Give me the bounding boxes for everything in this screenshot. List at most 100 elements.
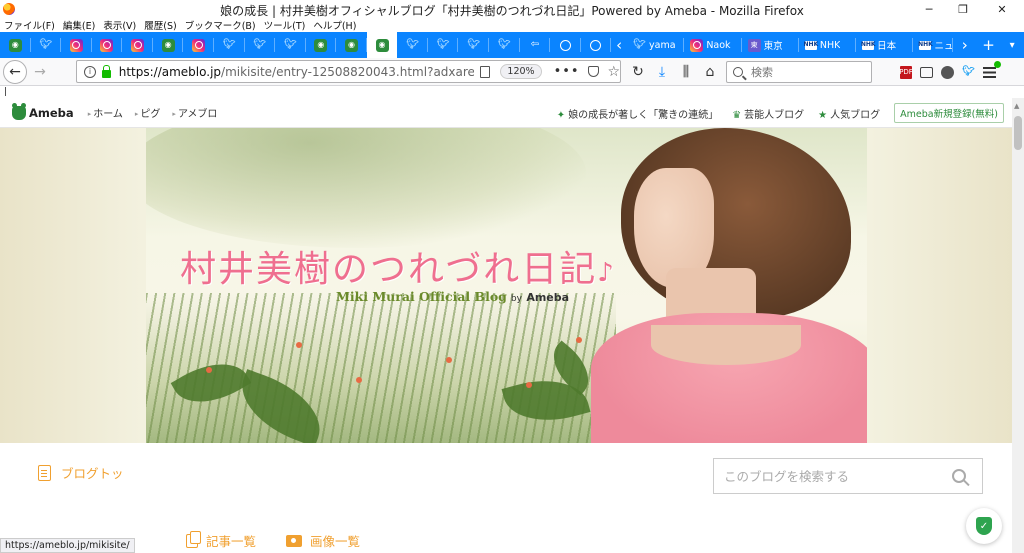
- tab[interactable]: 🐦︎: [31, 32, 62, 58]
- camera-icon: [286, 534, 303, 547]
- tab[interactable]: [550, 32, 581, 58]
- tab[interactable]: NHK NHK: [799, 32, 857, 58]
- reader-view-icon[interactable]: [479, 65, 491, 78]
- tab[interactable]: ⇦: [520, 32, 551, 58]
- search-icon[interactable]: [952, 469, 966, 483]
- minimize-button[interactable]: ─: [912, 0, 946, 18]
- images-list-link[interactable]: 画像一覧: [286, 531, 360, 550]
- instagram-icon: [192, 38, 206, 52]
- star-icon: ★: [818, 109, 828, 121]
- library-icon[interactable]: ⫼: [674, 59, 698, 85]
- maximize-button[interactable]: ❐: [946, 0, 980, 18]
- tab[interactable]: [183, 32, 214, 58]
- tab[interactable]: 東東京: [742, 32, 800, 58]
- tab[interactable]: 🐦︎: [458, 32, 489, 58]
- sidebar-icon[interactable]: [920, 66, 933, 78]
- tab[interactable]: [92, 32, 123, 58]
- blog-search-input[interactable]: [724, 468, 944, 484]
- menu-view[interactable]: 表示(V): [103, 18, 136, 32]
- text-cursor-icon: [5, 87, 6, 96]
- tab-scroll-right-button[interactable]: ›: [953, 32, 977, 58]
- tab[interactable]: ◉: [0, 32, 31, 58]
- header-link-ameblo[interactable]: アメブロ: [172, 105, 218, 120]
- header-link-home[interactable]: ホーム: [88, 105, 123, 120]
- menu-edit[interactable]: 編集(E): [63, 18, 95, 32]
- menu-history[interactable]: 履歴(S): [144, 18, 176, 32]
- tab-active[interactable]: ◉: [366, 32, 398, 58]
- tab[interactable]: 🐦︎: [245, 32, 276, 58]
- copy-icon: [186, 530, 201, 548]
- entries-list-link[interactable]: 記事一覧: [186, 530, 256, 550]
- celeb-blog-link[interactable]: ♛ 芸能人ブログ: [732, 106, 804, 121]
- tab[interactable]: 🐦︎: [489, 32, 520, 58]
- tab[interactable]: NHK 日本: [856, 32, 914, 58]
- home-icon[interactable]: ⌂: [698, 59, 722, 85]
- tab[interactable]: NHK ニュ: [913, 32, 953, 58]
- page-actions-icon[interactable]: •••: [554, 64, 580, 79]
- menu-hamburger-icon[interactable]: [983, 60, 1001, 78]
- instagram-icon: [690, 38, 704, 52]
- menu-bookmarks[interactable]: ブックマーク(B): [185, 18, 256, 32]
- tab[interactable]: 🐦︎: [428, 32, 459, 58]
- bookmark-star-icon[interactable]: ☆: [607, 64, 620, 80]
- pocket-icon[interactable]: [587, 66, 600, 77]
- ameba-icon: ◉: [375, 38, 389, 52]
- globe-icon: [559, 39, 571, 51]
- ameba-icon: ◉: [161, 38, 175, 52]
- blog-search-box[interactable]: [713, 458, 983, 494]
- tab[interactable]: 🐦︎: [214, 32, 245, 58]
- download-icon[interactable]: ⤓: [650, 59, 674, 85]
- lock-icon: [101, 64, 111, 78]
- account-icon[interactable]: [941, 65, 954, 79]
- reload-icon[interactable]: ↻: [626, 59, 650, 85]
- back-button[interactable]: ←: [3, 59, 27, 84]
- tab-scroll-left-button[interactable]: ‹: [611, 32, 627, 58]
- new-tab-button[interactable]: +: [977, 32, 1001, 58]
- page-scrollbar[interactable]: ▲: [1012, 98, 1024, 553]
- close-button[interactable]: ✕: [980, 0, 1024, 18]
- tab[interactable]: ◉: [153, 32, 184, 58]
- popular-blog-link[interactable]: ★ 人気ブログ: [818, 106, 880, 121]
- menu-file[interactable]: ファイル(F): [4, 18, 55, 32]
- menu-bar: ファイル(F) 編集(E) 表示(V) 履歴(S) ブックマーク(B) ツール(…: [0, 17, 1024, 32]
- ameba-icon: ◉: [314, 38, 328, 52]
- pdf-extension-icon[interactable]: PDF: [899, 65, 913, 79]
- blog-subtitle: Miki Murai Official Blog by Ameba: [336, 289, 570, 304]
- tab[interactable]: 🐦︎ yama: [627, 32, 685, 58]
- search-input[interactable]: [751, 65, 861, 79]
- zoom-indicator[interactable]: 120%: [500, 64, 542, 79]
- instagram-icon: [100, 38, 114, 52]
- tab-list-button[interactable]: ▾: [1000, 32, 1024, 58]
- tab[interactable]: 🐦︎: [275, 32, 306, 58]
- tab[interactable]: [61, 32, 92, 58]
- tab[interactable]: ◉: [336, 32, 367, 58]
- tab[interactable]: Naok: [684, 32, 742, 58]
- news-link[interactable]: ✦ 娘の成長が著しく「驚きの連続」: [557, 106, 718, 121]
- tab[interactable]: 🐦︎: [397, 32, 428, 58]
- tab[interactable]: [581, 32, 612, 58]
- blog-banner[interactable]: 村井美樹のつれづれ日記♪ Miki Murai Official Blog by …: [0, 128, 1012, 443]
- blog-top-link[interactable]: ブログトッ: [38, 463, 124, 482]
- scrollbar-thumb[interactable]: [1014, 116, 1022, 150]
- web-page: Ameba ホーム ピグ アメブロ ✦娘の成長が著しく「驚きの連続」 ♛芸能人ブ…: [0, 98, 1012, 553]
- search-box[interactable]: [726, 61, 872, 83]
- info-icon[interactable]: i: [84, 65, 96, 78]
- register-button[interactable]: Ameba新規登録(無料): [894, 103, 1004, 123]
- sparkle-icon: ✦: [556, 109, 566, 121]
- scroll-up-icon[interactable]: ▲: [1014, 102, 1019, 110]
- url-bar[interactable]: i https://ameblo.jp/mikisite/entry-12508…: [76, 60, 621, 83]
- menu-help[interactable]: ヘルプ(H): [313, 18, 356, 32]
- url-text[interactable]: https://ameblo.jp/mikisite/entry-1250882…: [119, 65, 474, 79]
- security-shield-button[interactable]: ✓: [966, 508, 1002, 544]
- tab[interactable]: ◉: [306, 32, 337, 58]
- menu-tools[interactable]: ツール(T): [264, 18, 306, 32]
- forward-button[interactable]: →: [27, 59, 53, 85]
- header-link-pigg[interactable]: ピグ: [135, 105, 160, 120]
- twitter-icon: 🐦︎: [497, 39, 511, 50]
- navigation-toolbar: ← → i https://ameblo.jp/mikisite/entry-1…: [0, 58, 1024, 86]
- tab[interactable]: [122, 32, 153, 58]
- twitter-icon[interactable]: 🐦︎: [962, 66, 975, 79]
- document-icon: [38, 464, 51, 481]
- window-title-bar: 娘の成長 | 村井美樹オフィシャルブログ「村井美樹のつれづれ日記」Powered…: [0, 0, 1024, 18]
- ameba-logo[interactable]: Ameba: [12, 102, 74, 120]
